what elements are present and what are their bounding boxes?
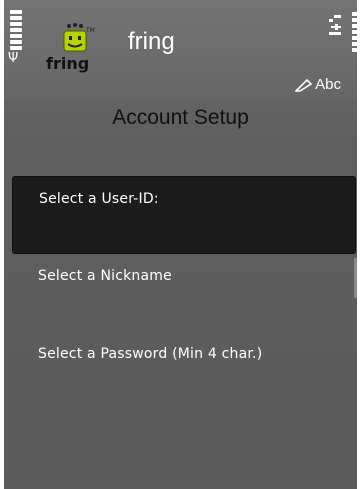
password-field[interactable]: Select a Password (Min 4 char.) xyxy=(12,332,356,410)
user-id-label: Select a User-ID: xyxy=(39,191,159,207)
status-bar: Ψ TM fring fring Abc xyxy=(4,0,357,100)
scrollbar[interactable] xyxy=(354,258,357,298)
password-label: Select a Password (Min 4 char.) xyxy=(38,346,263,362)
signal-strength-icon xyxy=(10,10,22,52)
account-setup-list: Select a User-ID: Select a Nickname Sele… xyxy=(12,176,356,410)
pencil-icon xyxy=(295,78,313,92)
nickname-label: Select a Nickname xyxy=(38,268,172,284)
user-id-field[interactable]: Select a User-ID: xyxy=(12,176,356,254)
network-mode-icon xyxy=(329,15,341,35)
input-mode-text: Abc xyxy=(315,76,341,93)
phone-screen: Ψ TM fring fring Abc Account Setup Selec… xyxy=(4,0,357,489)
logo-text: fring xyxy=(46,54,90,73)
page-title: Account Setup xyxy=(112,106,249,129)
battery-icon xyxy=(352,12,357,54)
nickname-field[interactable]: Select a Nickname xyxy=(12,254,356,332)
input-mode-indicator: Abc xyxy=(295,76,341,93)
antenna-icon: Ψ xyxy=(8,51,19,66)
app-title: fring xyxy=(128,28,175,55)
logo-tm: TM xyxy=(85,27,95,34)
